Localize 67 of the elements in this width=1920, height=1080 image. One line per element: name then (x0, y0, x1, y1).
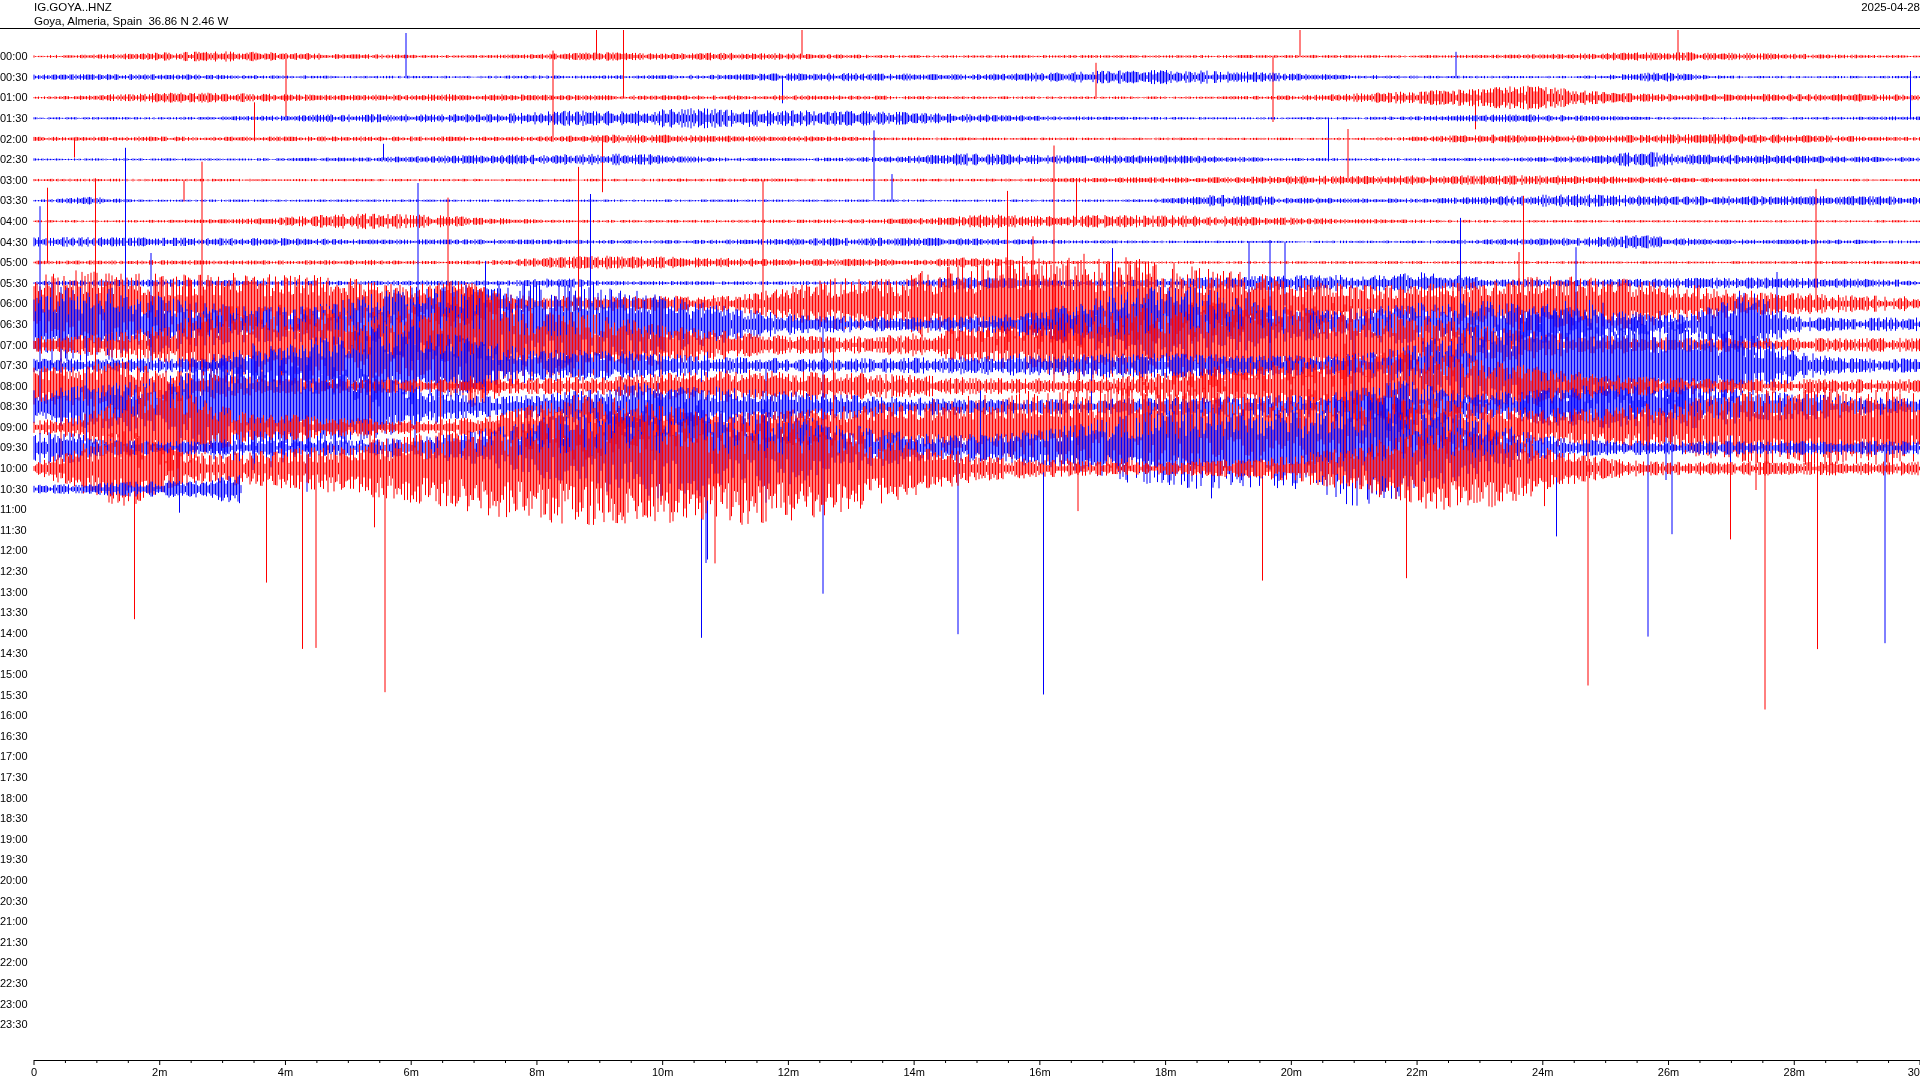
time-label: 04:00 (0, 213, 29, 229)
time-label: 10:30 (0, 481, 29, 497)
axis-label: 4m (277, 1066, 294, 1078)
axis-label: 22m (1406, 1066, 1428, 1078)
axis-label: 28m (1783, 1066, 1805, 1078)
time-label: 14:00 (0, 625, 29, 641)
axis-label: 18m (1154, 1066, 1177, 1078)
time-label: 23:30 (0, 1017, 29, 1033)
axis-label: 24m (1532, 1066, 1554, 1078)
time-label: 18:30 (0, 811, 29, 827)
station-location: Goya, Almeria, Spain 36.86 N 2.46 W (34, 14, 229, 28)
time-label: 15:00 (0, 667, 29, 682)
time-label: 17:00 (0, 749, 29, 765)
time-label: 03:30 (0, 193, 29, 209)
axis-label: 26m (1657, 1066, 1680, 1078)
time-label: 09:00 (0, 419, 29, 435)
time-label: 01:00 (0, 90, 29, 106)
time-label: 17:30 (0, 769, 29, 785)
time-label: 10:00 (0, 461, 29, 477)
time-label: 08:00 (0, 378, 29, 394)
time-label: 14:30 (0, 646, 29, 662)
time-label: 12:00 (0, 543, 29, 559)
time-label: 09:30 (0, 440, 29, 456)
time-label: 23:00 (0, 996, 29, 1012)
time-label: 05:30 (0, 275, 29, 291)
time-label: 08:30 (0, 399, 29, 415)
time-label: 13:30 (0, 605, 29, 621)
time-label: 16:30 (0, 728, 29, 744)
time-label: 13:00 (0, 584, 29, 600)
time-label: 15:30 (0, 687, 29, 703)
time-label: 01:30 (0, 110, 29, 126)
time-label: 07:00 (0, 337, 29, 353)
time-label: 00:30 (0, 69, 29, 85)
time-label: 21:30 (0, 934, 29, 950)
time-label: 11:30 (0, 522, 28, 538)
time-label: 22:30 (0, 975, 29, 991)
time-label: 20:00 (0, 872, 29, 888)
time-label: 03:00 (0, 172, 29, 188)
axis-label: 14m (903, 1066, 925, 1078)
time-label: 06:30 (0, 316, 29, 332)
time-label: 16:00 (0, 708, 29, 724)
time-label: 19:30 (0, 852, 29, 868)
axis-label: 6m (403, 1066, 419, 1078)
time-label: 22:00 (0, 955, 29, 971)
time-label: 02:30 (0, 152, 29, 168)
axis-label: 8m (529, 1066, 545, 1078)
axis-label: 10m (651, 1066, 674, 1078)
date-label: 2025-04-28 (1861, 0, 1920, 15)
time-label: 11:00 (0, 502, 28, 518)
time-label: 05:00 (0, 255, 29, 271)
time-label: 20:30 (0, 893, 29, 909)
axis-label: 2m (152, 1066, 168, 1078)
time-label: 04:30 (0, 234, 29, 250)
station-code: IG.GOYA..HNZ (34, 0, 113, 14)
axis-label: 12m (777, 1066, 800, 1078)
time-label: 12:30 (0, 564, 29, 580)
axis-label: 30 (1907, 1066, 1920, 1078)
time-label: 07:30 (0, 358, 29, 374)
axis-label: 20m (1280, 1066, 1303, 1078)
time-label: 19:00 (0, 831, 29, 847)
time-label: 06:00 (0, 296, 29, 312)
time-label: 18:00 (0, 790, 29, 806)
time-label: 00:00 (0, 49, 29, 65)
axis-label: 0 (30, 1066, 38, 1078)
time-label: 02:00 (0, 131, 29, 147)
axis-label: 16m (1029, 1066, 1051, 1078)
time-label: 21:00 (0, 914, 29, 930)
